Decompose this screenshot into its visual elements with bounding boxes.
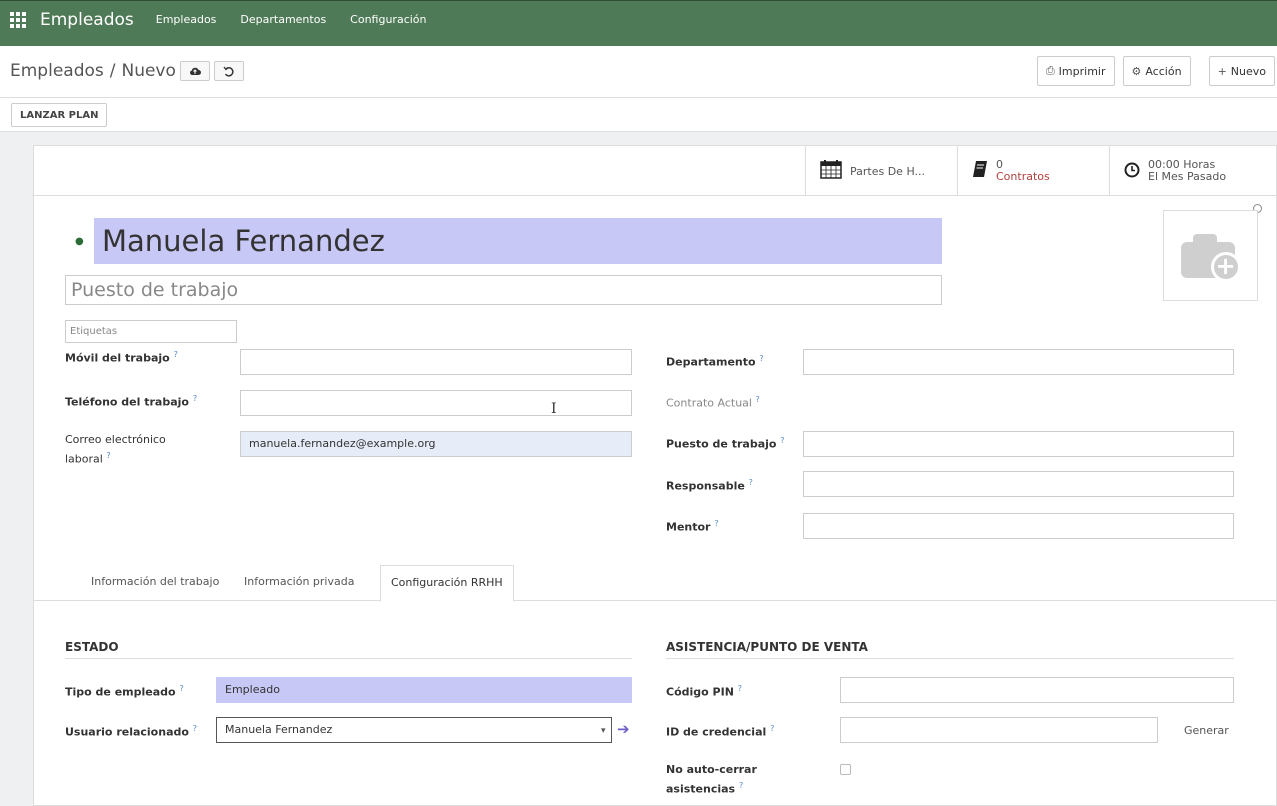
phone-input[interactable] [240, 390, 632, 416]
new-label: Nuevo [1230, 64, 1266, 78]
employee-name-input[interactable]: Manuela Fernandez [94, 218, 942, 264]
plus-icon: + [1217, 64, 1227, 78]
book-icon [972, 159, 988, 183]
calendar-icon [820, 159, 842, 184]
camera-icon: + [1180, 233, 1241, 282]
tags-input[interactable]: Etiquetas [65, 320, 237, 343]
menu-configuracion[interactable]: Configuración [350, 13, 426, 26]
job-title-input[interactable]: Puesto de trabajo [65, 275, 942, 305]
external-link-arrow-icon[interactable]: ➔ [617, 720, 630, 738]
section-attendance-title: ASISTENCIA/PUNTO DE VENTA [666, 640, 1234, 659]
control-panel: Empleados / Nuevo ⎙ Imprimir ⚙ Acción + … [0, 46, 1277, 98]
launch-plan-button[interactable]: LANZAR PLAN [11, 103, 108, 127]
related-user-input[interactable]: Manuela Fernandez [216, 717, 612, 743]
gear-icon: ⚙ [1131, 64, 1142, 78]
manager-label: Responsable ? [666, 478, 753, 493]
dropdown-caret-icon[interactable]: ▾ [601, 726, 606, 736]
notebook-tabs: Información del trabajo Información priv… [34, 565, 1277, 602]
manager-input[interactable] [803, 471, 1234, 497]
badge-id-input[interactable] [840, 717, 1158, 743]
timesheets-label: Partes De H... [850, 164, 926, 178]
tab-hr-settings[interactable]: Configuración RRHH [380, 565, 514, 602]
phone-label: Teléfono del trabajo ? [65, 394, 198, 409]
section-estado-title: ESTADO [65, 640, 632, 659]
department-input[interactable] [803, 349, 1234, 375]
contracts-smart-button[interactable]: 0 Contratos [957, 146, 1109, 196]
email-label: Correo electrónico laboral ? [65, 433, 166, 466]
contract-label: Contrato Actual ? [666, 395, 760, 410]
print-label: Imprimir [1058, 64, 1106, 78]
text-cursor-icon: I [551, 401, 557, 417]
breadcrumb: Empleados / Nuevo [10, 61, 244, 81]
timesheets-smart-button[interactable]: Partes De H... [805, 146, 957, 196]
menu-empleados[interactable]: Empleados [156, 13, 217, 26]
form-sheet: Partes De H... 0 Contratos 00:00 Horas E… [32, 145, 1277, 806]
action-button[interactable]: ⚙ Acción [1122, 56, 1191, 86]
mobile-label: Móvil del trabajo ? [65, 350, 178, 365]
job-position-label: Puesto de trabajo ? [666, 436, 785, 451]
save-cloud-icon[interactable] [179, 61, 210, 81]
no-autoclose-label: No auto-cerrar asistencias ? [666, 763, 757, 796]
mentor-label: Mentor ? [666, 519, 719, 534]
department-label: Departamento ? [666, 354, 764, 369]
smart-button-box: Partes De H... 0 Contratos 00:00 Horas E… [32, 146, 1276, 196]
action-buttons: ⎙ Imprimir ⚙ Acción + Nuevo [1029, 56, 1275, 86]
hours-label: El Mes Pasado [1148, 170, 1227, 183]
badge-id-label: ID de credencial ? [666, 724, 775, 739]
status-bar: LANZAR PLAN [0, 98, 1277, 132]
avatar-upload[interactable]: + [1163, 210, 1258, 301]
action-label: Acción [1145, 64, 1182, 78]
mobile-input[interactable] [240, 349, 632, 375]
breadcrumb-separator: / [109, 61, 116, 81]
presence-icon: ● [75, 236, 84, 247]
app-name[interactable]: Empleados [40, 10, 134, 30]
undo-icon[interactable] [213, 61, 244, 81]
job-position-input[interactable] [803, 431, 1234, 457]
printer-icon: ⎙ [1045, 64, 1055, 77]
new-button[interactable]: + Nuevo [1208, 56, 1275, 86]
hours-smart-button[interactable]: 00:00 Horas El Mes Pasado [1109, 146, 1276, 196]
email-input[interactable]: manuela.fernandez@example.org [240, 431, 632, 457]
print-button[interactable]: ⎙ Imprimir [1036, 56, 1115, 86]
no-autoclose-checkbox[interactable] [840, 764, 851, 775]
generate-badge-link[interactable]: Generar [1184, 724, 1229, 737]
breadcrumb-parent[interactable]: Empleados [10, 61, 104, 81]
related-user-label: Usuario relacionado ? [65, 724, 198, 739]
employee-type-select[interactable]: Empleado [216, 677, 632, 703]
employee-type-label: Tipo de empleado ? [65, 684, 184, 699]
pin-label: Código PIN ? [666, 684, 742, 699]
tab-private-info[interactable]: Información privada [244, 575, 354, 588]
apps-grid-icon[interactable] [10, 11, 28, 28]
mentor-input[interactable] [803, 513, 1234, 539]
tab-work-info[interactable]: Información del trabajo [91, 575, 219, 588]
breadcrumb-current: Nuevo [121, 61, 176, 81]
top-navbar: Empleados Empleados Departamentos Config… [0, 0, 1277, 46]
contracts-label: Contratos [996, 170, 1050, 183]
clock-icon [1124, 159, 1140, 183]
menu-departamentos[interactable]: Departamentos [240, 13, 326, 26]
pin-input[interactable] [840, 677, 1234, 703]
